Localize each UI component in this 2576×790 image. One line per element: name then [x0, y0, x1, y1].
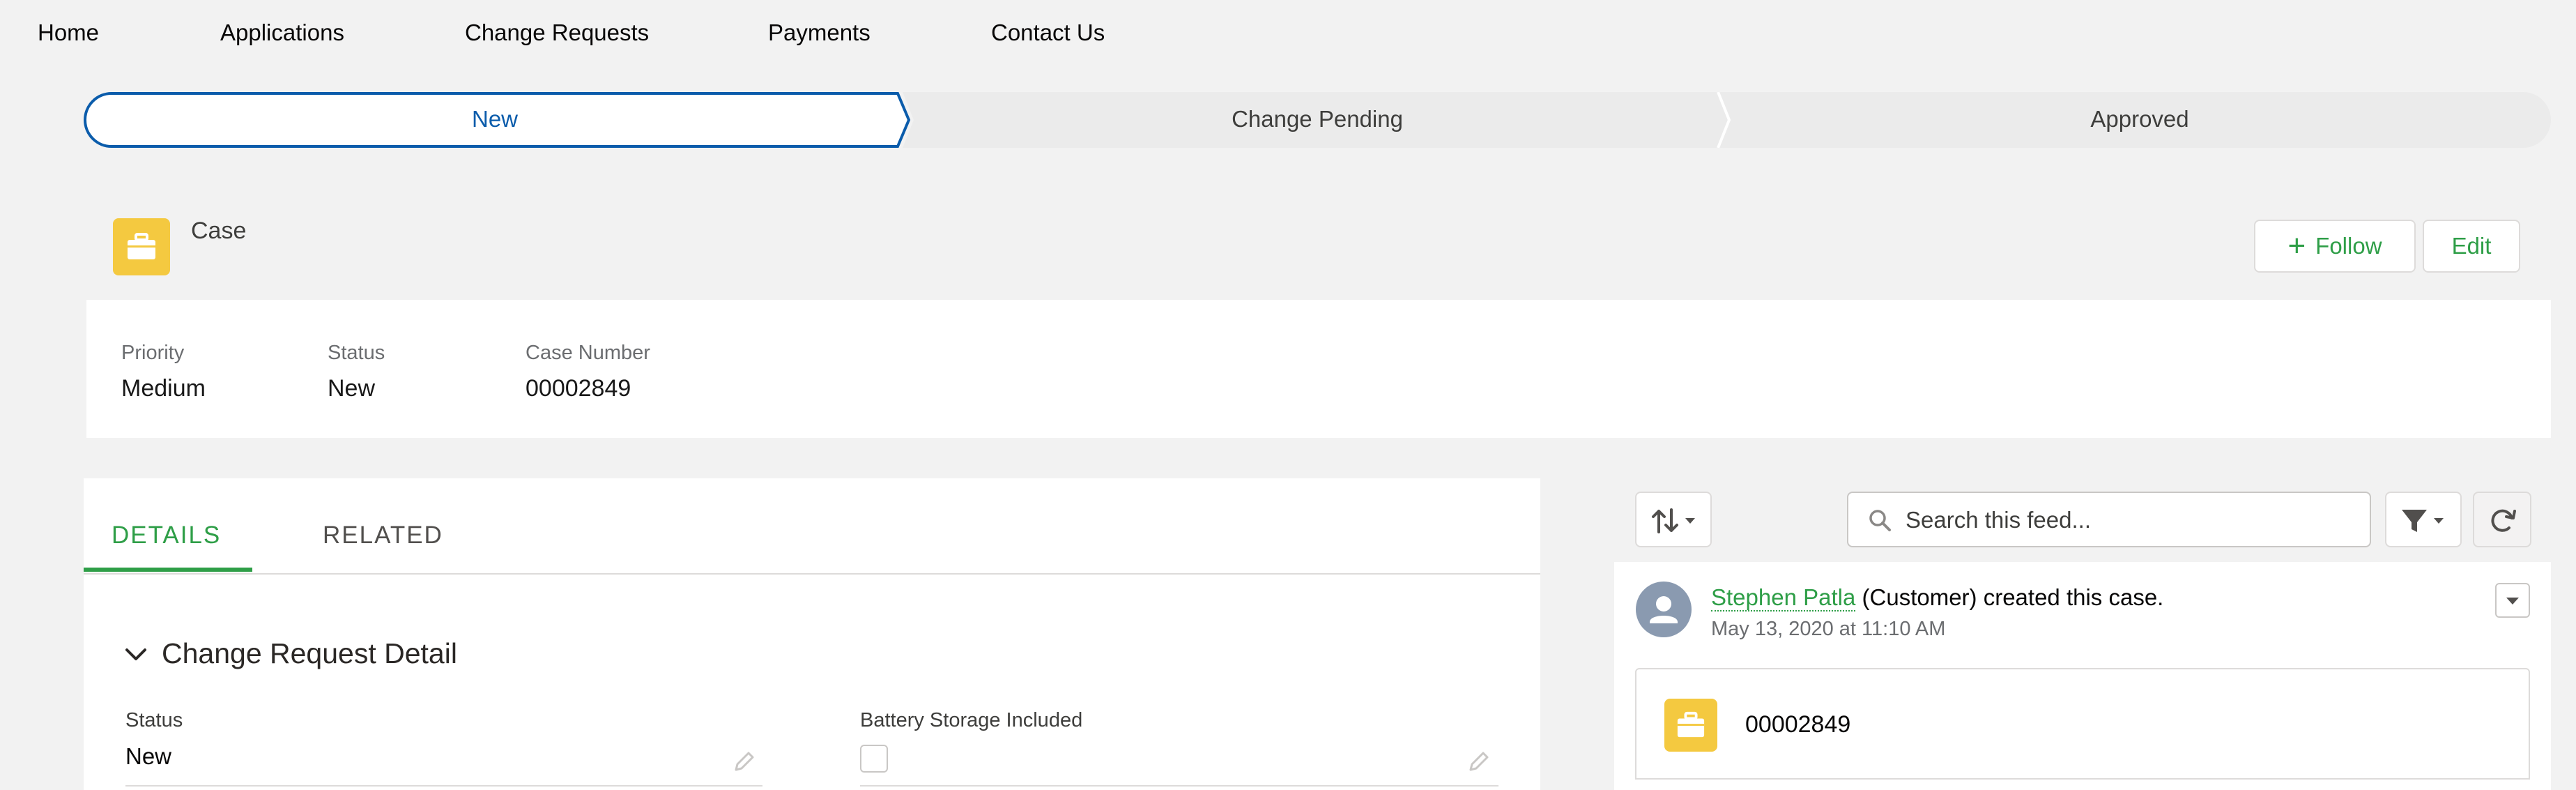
path-stage-new[interactable]: New: [84, 106, 906, 132]
path-stage-approved[interactable]: Approved: [1728, 106, 2551, 132]
highlights-panel: Priority Medium Status New Case Number 0…: [86, 300, 2551, 438]
battery-storage-divider: [860, 785, 1498, 787]
detail-status-label: Status: [125, 709, 183, 731]
tabs-divider: [84, 573, 1540, 575]
sort-button[interactable]: [1635, 492, 1712, 547]
feed-item-timestamp[interactable]: May 13, 2020 at 11:10 AM: [1711, 618, 1945, 641]
section-title[interactable]: Change Request Detail: [162, 637, 457, 670]
filter-icon: [2402, 510, 2444, 532]
record-object-label: Case: [191, 218, 247, 244]
feed-record-card[interactable]: 00002849: [1635, 668, 2530, 780]
feed-author-link[interactable]: Stephen Patla: [1711, 584, 1856, 612]
edit-button[interactable]: Edit: [2423, 220, 2520, 273]
nav-applications-link[interactable]: Applications: [220, 20, 344, 46]
sort-icon: [1652, 508, 1695, 533]
battery-storage-checkbox[interactable]: [860, 745, 888, 773]
nav-payments-link[interactable]: Payments: [768, 20, 871, 46]
filter-button[interactable]: [2385, 492, 2462, 547]
feed-item-menu-button[interactable]: [2495, 583, 2530, 618]
edit-button-label: Edit: [2451, 233, 2492, 259]
path-stage-change-pending[interactable]: Change Pending: [913, 106, 1722, 132]
refresh-icon: [2491, 509, 2516, 532]
feed-item-action: (Customer) created this case.: [1862, 584, 2164, 610]
follow-button-label: Follow: [2315, 233, 2382, 259]
nav-contact-us-link[interactable]: Contact Us: [991, 20, 1105, 46]
case-number-label: Case Number: [526, 342, 650, 364]
feed-record-number[interactable]: 00002849: [1745, 711, 1850, 738]
tab-details[interactable]: DETAILS: [112, 522, 221, 549]
pencil-edit-icon[interactable]: [732, 750, 756, 774]
case-icon: [1664, 699, 1717, 752]
search-icon: [1869, 510, 1891, 531]
feed-search-box: [1847, 492, 2371, 547]
plus-icon: +: [2287, 229, 2306, 263]
case-icon: [113, 218, 170, 275]
chevron-down-icon[interactable]: [124, 644, 148, 665]
detail-status-divider: [125, 785, 762, 787]
feed-item-headline: Stephen Patla (Customer) created this ca…: [1711, 584, 2164, 612]
chevron-down-icon: [2506, 598, 2519, 605]
tab-related[interactable]: RELATED: [323, 522, 443, 549]
case-number-value: 00002849: [526, 375, 631, 402]
nav-change-requests-link[interactable]: Change Requests: [465, 20, 649, 46]
status-path: New Change Pending Approved: [84, 92, 2551, 148]
refresh-button[interactable]: [2473, 492, 2531, 547]
top-navigation: Home Applications Change Requests Paymen…: [0, 0, 2576, 67]
feed-search-input[interactable]: [1904, 503, 2353, 538]
priority-label: Priority: [121, 342, 185, 364]
priority-value: Medium: [121, 375, 206, 402]
status-value: New: [328, 375, 376, 402]
person-icon: [1650, 596, 1678, 623]
details-card: DETAILS RELATED Change Request Detail St…: [84, 478, 1540, 790]
detail-status-value: New: [125, 743, 172, 769]
pencil-edit-icon[interactable]: [1466, 750, 1490, 774]
user-avatar[interactable]: [1636, 582, 1692, 637]
follow-button[interactable]: + Follow: [2254, 220, 2416, 273]
battery-storage-label: Battery Storage Included: [860, 709, 1083, 731]
nav-home-link[interactable]: Home: [38, 20, 99, 46]
status-label: Status: [328, 342, 385, 364]
active-tab-indicator: [84, 568, 252, 572]
